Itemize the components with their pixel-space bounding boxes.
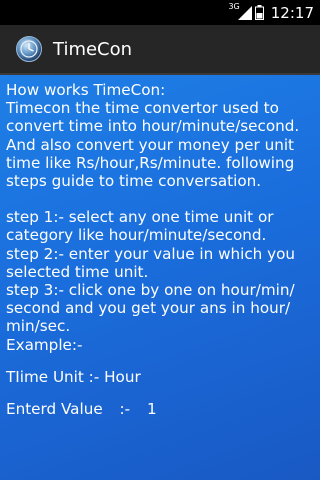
status-icons: 3G 12:17 — [228, 0, 314, 25]
step-2: step 2:- enter your value in which you s… — [6, 244, 296, 281]
help-heading: How works TimeCon: — [6, 81, 166, 99]
battery-icon — [254, 5, 264, 20]
entered-value: 1 — [146, 400, 157, 419]
status-clock: 12:17 — [270, 3, 314, 22]
network-type-label: 3G — [228, 2, 240, 11]
help-intro: Timecon the time convertor used to conve… — [6, 99, 300, 191]
step-3: step 3:- click one by one on hour/min/ s… — [6, 281, 295, 336]
signal-icon — [237, 5, 252, 20]
timecon-app-icon[interactable] — [15, 35, 43, 63]
help-content: How works TimeCon: Timecon the time conv… — [0, 75, 320, 480]
step-1: step 1:- select any one time unit or cat… — [6, 208, 274, 245]
entered-value-separator: :- — [119, 400, 131, 419]
entered-value-label: Enterd Value — [6, 400, 103, 419]
entered-value-line: Enterd Value :- 1 — [6, 400, 315, 418]
status-bar: 3G 12:17 — [0, 0, 320, 25]
example-label: Example:- — [6, 335, 83, 354]
time-unit-line: TIime Unit :- Hour — [6, 367, 141, 386]
app-title: TimeCon — [53, 38, 133, 60]
screen: 3G 12:17 TimeCon How works TimeCon: Time… — [0, 0, 320, 480]
action-bar: TimeCon — [0, 25, 320, 75]
